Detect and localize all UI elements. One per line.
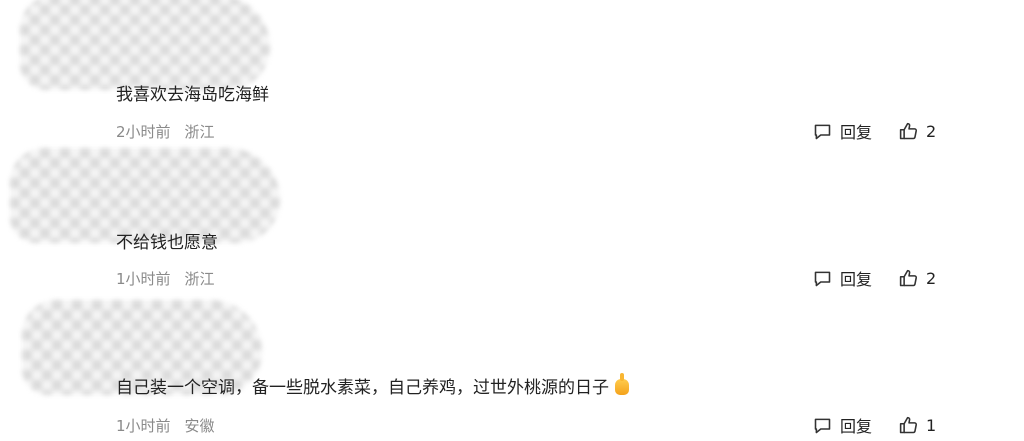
chat-bubble-icon [814, 418, 831, 433]
comment-actions: 回复 2 [812, 119, 936, 143]
thumb-up-icon [899, 269, 918, 286]
reply-button[interactable]: 回复 [812, 413, 872, 437]
avatar[interactable] [20, 0, 270, 90]
like-button[interactable]: 2 [898, 121, 936, 142]
thumb-up-icon [899, 416, 918, 433]
reply-label: 回复 [840, 270, 873, 289]
comment-meta: 1小时前 浙江 [116, 268, 215, 289]
reply-label: 回复 [840, 123, 873, 142]
comment-location: 浙江 [184, 270, 215, 288]
like-count: 2 [926, 268, 937, 288]
reply-button[interactable]: 回复 [812, 119, 872, 143]
comment-text-content: 自己装一个空调，备一些脱水素菜，自己养鸡，过世外桃源的日子 [116, 378, 609, 398]
reply-button[interactable]: 回复 [812, 266, 872, 290]
thumbs-up-emoji-icon [615, 373, 629, 395]
comment-time: 2小时前 [116, 123, 171, 141]
comment-meta: 2小时前 浙江 [116, 121, 215, 142]
comment-meta: 1小时前 安徽 [116, 415, 215, 436]
comment-text: 我喜欢去海岛吃海鲜 [116, 85, 269, 105]
chat-bubble-icon [814, 271, 831, 286]
comment-actions: 回复 1 [812, 413, 936, 437]
comment-time: 1小时前 [116, 417, 171, 435]
like-button[interactable]: 1 [898, 415, 936, 436]
like-count: 2 [926, 121, 937, 141]
comment-text: 不给钱也愿意 [116, 233, 218, 253]
comment-actions: 回复 2 [812, 266, 936, 290]
like-count: 1 [926, 415, 937, 435]
like-button[interactable]: 2 [898, 268, 936, 289]
comment-text: 自己装一个空调，备一些脱水素菜，自己养鸡，过世外桃源的日子 [116, 373, 629, 398]
comment-location: 浙江 [184, 123, 215, 141]
chat-bubble-icon [814, 124, 831, 139]
comment-time: 1小时前 [116, 270, 171, 288]
thumb-up-icon [899, 122, 918, 139]
reply-label: 回复 [840, 417, 873, 436]
comment-location: 安徽 [184, 417, 215, 435]
